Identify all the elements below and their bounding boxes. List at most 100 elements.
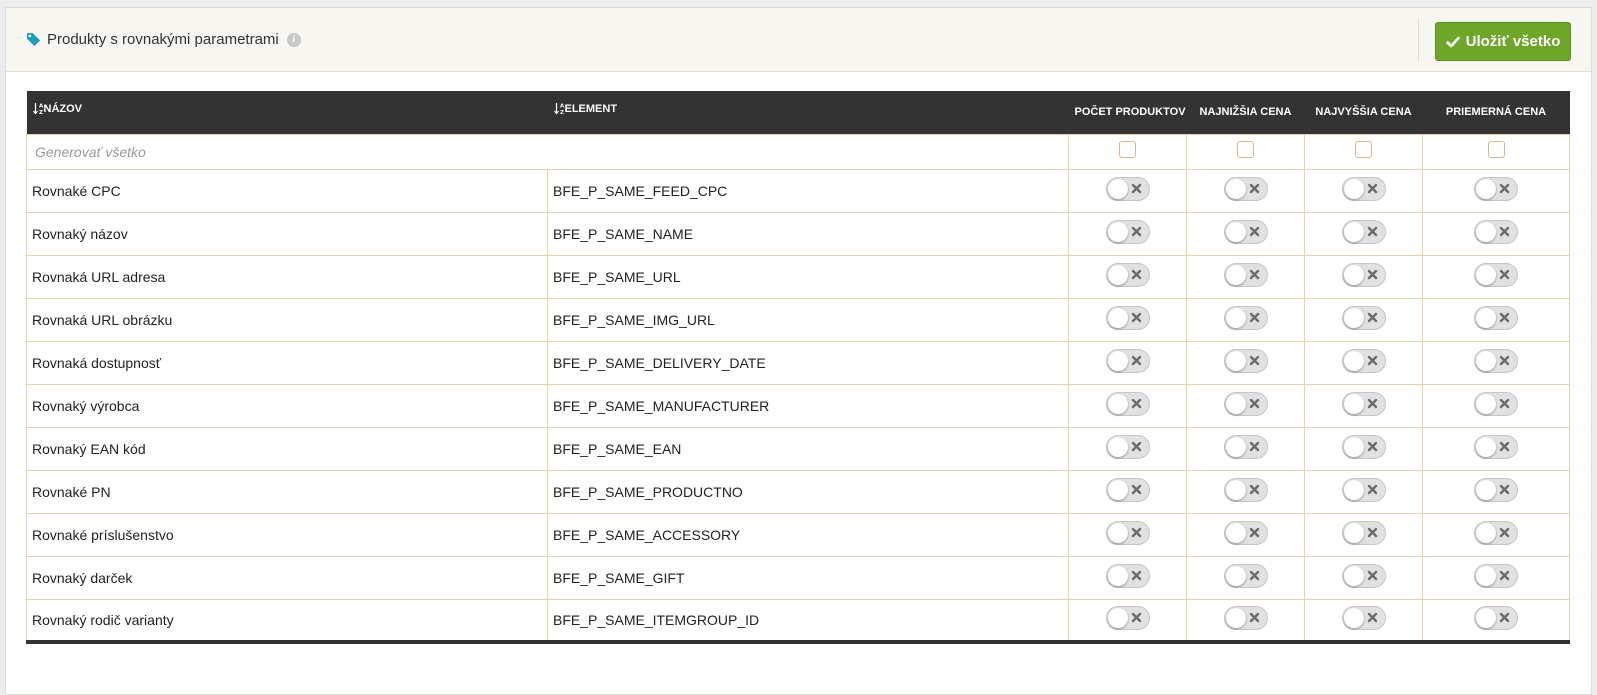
row-count-toggle[interactable] — [1105, 262, 1150, 287]
toggle-knob — [1107, 178, 1128, 199]
row-avg-price-toggle[interactable] — [1474, 563, 1518, 588]
row-element: BFE_P_SAME_ITEMGROUP_ID — [553, 611, 760, 628]
row-name: Rovnaké príslušenstvo — [32, 526, 174, 543]
svg-text:Z: Z — [39, 110, 43, 115]
x-icon — [1249, 269, 1259, 279]
row-count-toggle[interactable] — [1105, 434, 1150, 459]
save-all-button[interactable]: Uložiť všetko — [1435, 22, 1571, 61]
toggle-knob — [1476, 522, 1496, 543]
row-min-price-toggle[interactable] — [1223, 262, 1268, 287]
row-max-price-cell — [1304, 168, 1423, 213]
row-count-toggle[interactable] — [1105, 176, 1150, 201]
row-name: Rovnaká URL obrázku — [32, 311, 173, 328]
row-count-cell — [1068, 254, 1187, 299]
row-avg-price-toggle[interactable] — [1474, 434, 1518, 459]
row-element: BFE_P_SAME_NAME — [553, 225, 694, 242]
toggle-knob — [1107, 350, 1128, 371]
x-icon — [1499, 226, 1510, 236]
row-min-price-toggle[interactable] — [1223, 305, 1268, 330]
row-count-toggle[interactable] — [1105, 348, 1150, 373]
row-max-price-toggle[interactable] — [1341, 477, 1386, 502]
toggle-knob — [1343, 565, 1364, 586]
row-element-cell: BFE_P_SAME_FEED_CPC — [547, 168, 1069, 213]
row-min-price-cell — [1186, 512, 1305, 557]
generate-all-min-price-checkbox[interactable] — [1237, 141, 1254, 159]
row-max-price-toggle[interactable] — [1341, 348, 1386, 373]
row-avg-price-toggle[interactable] — [1474, 305, 1518, 330]
row-min-price-cell — [1186, 168, 1305, 213]
row-max-price-toggle[interactable] — [1341, 605, 1386, 630]
row-element-cell: BFE_P_SAME_IMG_URL — [547, 297, 1069, 342]
table-header-row: A Z NÁZOV A Z ELEMENT POČET PRODUKTOV NA… — [26, 91, 1570, 134]
x-icon — [1131, 226, 1141, 236]
toggle-knob — [1225, 307, 1246, 328]
row-min-price-toggle[interactable] — [1223, 477, 1268, 502]
row-avg-price-cell — [1422, 598, 1570, 644]
row-max-price-cell — [1304, 297, 1423, 342]
row-count-toggle[interactable] — [1105, 563, 1150, 588]
x-icon — [1367, 398, 1377, 408]
toggle-knob — [1225, 264, 1246, 285]
row-max-price-cell — [1304, 598, 1423, 644]
row-min-price-toggle[interactable] — [1223, 219, 1268, 244]
table-row: Rovnaký výrobca BFE_P_SAME_MANUFACTURER — [26, 383, 1570, 428]
row-name-cell: Rovnaký výrobca — [26, 383, 548, 428]
row-avg-price-toggle[interactable] — [1474, 477, 1518, 502]
row-count-toggle[interactable] — [1105, 305, 1150, 330]
row-max-price-toggle[interactable] — [1341, 305, 1386, 330]
row-max-price-toggle[interactable] — [1341, 434, 1386, 459]
row-count-toggle[interactable] — [1105, 477, 1150, 502]
x-icon — [1367, 312, 1377, 322]
row-max-price-toggle[interactable] — [1341, 176, 1386, 201]
row-avg-price-toggle[interactable] — [1474, 391, 1518, 416]
row-max-price-toggle[interactable] — [1341, 391, 1386, 416]
row-min-price-toggle[interactable] — [1223, 605, 1268, 630]
row-avg-price-toggle[interactable] — [1474, 176, 1518, 201]
generate-all-max-price-checkbox[interactable] — [1355, 141, 1372, 159]
row-count-toggle[interactable] — [1105, 605, 1150, 630]
row-name-cell: Rovnaká URL obrázku — [26, 297, 548, 342]
x-icon — [1499, 398, 1510, 408]
row-avg-price-cell — [1422, 168, 1570, 213]
column-header-name[interactable]: A Z NÁZOV — [27, 91, 548, 134]
row-count-toggle[interactable] — [1105, 391, 1150, 416]
table-row: Rovnaký darček BFE_P_SAME_GIFT — [26, 555, 1570, 600]
column-header-element[interactable]: A Z ELEMENT — [548, 91, 1069, 134]
row-max-price-toggle[interactable] — [1341, 219, 1386, 244]
table-row: Rovnaké CPC BFE_P_SAME_FEED_CPC — [26, 168, 1570, 213]
row-count-cell — [1068, 469, 1187, 514]
x-icon — [1249, 398, 1259, 408]
toggle-knob — [1107, 436, 1128, 457]
row-max-price-toggle[interactable] — [1341, 563, 1386, 588]
settings-panel: Produkty s rovnakými parametrami i Uloži… — [5, 7, 1592, 695]
row-count-toggle[interactable] — [1105, 219, 1150, 244]
toggle-knob — [1225, 393, 1246, 414]
row-avg-price-toggle[interactable] — [1474, 219, 1518, 244]
x-icon — [1367, 355, 1377, 365]
row-avg-price-toggle[interactable] — [1474, 605, 1518, 630]
row-count-toggle[interactable] — [1105, 520, 1150, 545]
generate-all-row: Generovať všetko — [26, 133, 1570, 170]
toggle-knob — [1225, 350, 1246, 371]
row-min-price-toggle[interactable] — [1223, 176, 1268, 201]
row-max-price-toggle[interactable] — [1341, 262, 1386, 287]
row-min-price-toggle[interactable] — [1223, 348, 1268, 373]
toggle-knob — [1343, 264, 1364, 285]
row-avg-price-toggle[interactable] — [1474, 262, 1518, 287]
x-icon — [1131, 570, 1141, 580]
row-min-price-toggle[interactable] — [1223, 391, 1268, 416]
row-min-price-toggle[interactable] — [1223, 563, 1268, 588]
toggle-knob — [1343, 178, 1364, 199]
table-row: Rovnaké PN BFE_P_SAME_PRODUCTNO — [26, 469, 1570, 514]
x-icon — [1249, 441, 1259, 451]
row-min-price-toggle[interactable] — [1223, 434, 1268, 459]
row-max-price-toggle[interactable] — [1341, 520, 1386, 545]
x-icon — [1249, 226, 1259, 236]
row-min-price-toggle[interactable] — [1223, 520, 1268, 545]
generate-all-count-checkbox[interactable] — [1119, 141, 1136, 159]
row-avg-price-toggle[interactable] — [1474, 520, 1518, 545]
row-name: Rovnaká dostupnosť — [32, 354, 162, 371]
generate-all-avg-price-checkbox[interactable] — [1487, 141, 1505, 159]
row-avg-price-toggle[interactable] — [1474, 348, 1518, 373]
info-icon[interactable]: i — [286, 32, 301, 47]
